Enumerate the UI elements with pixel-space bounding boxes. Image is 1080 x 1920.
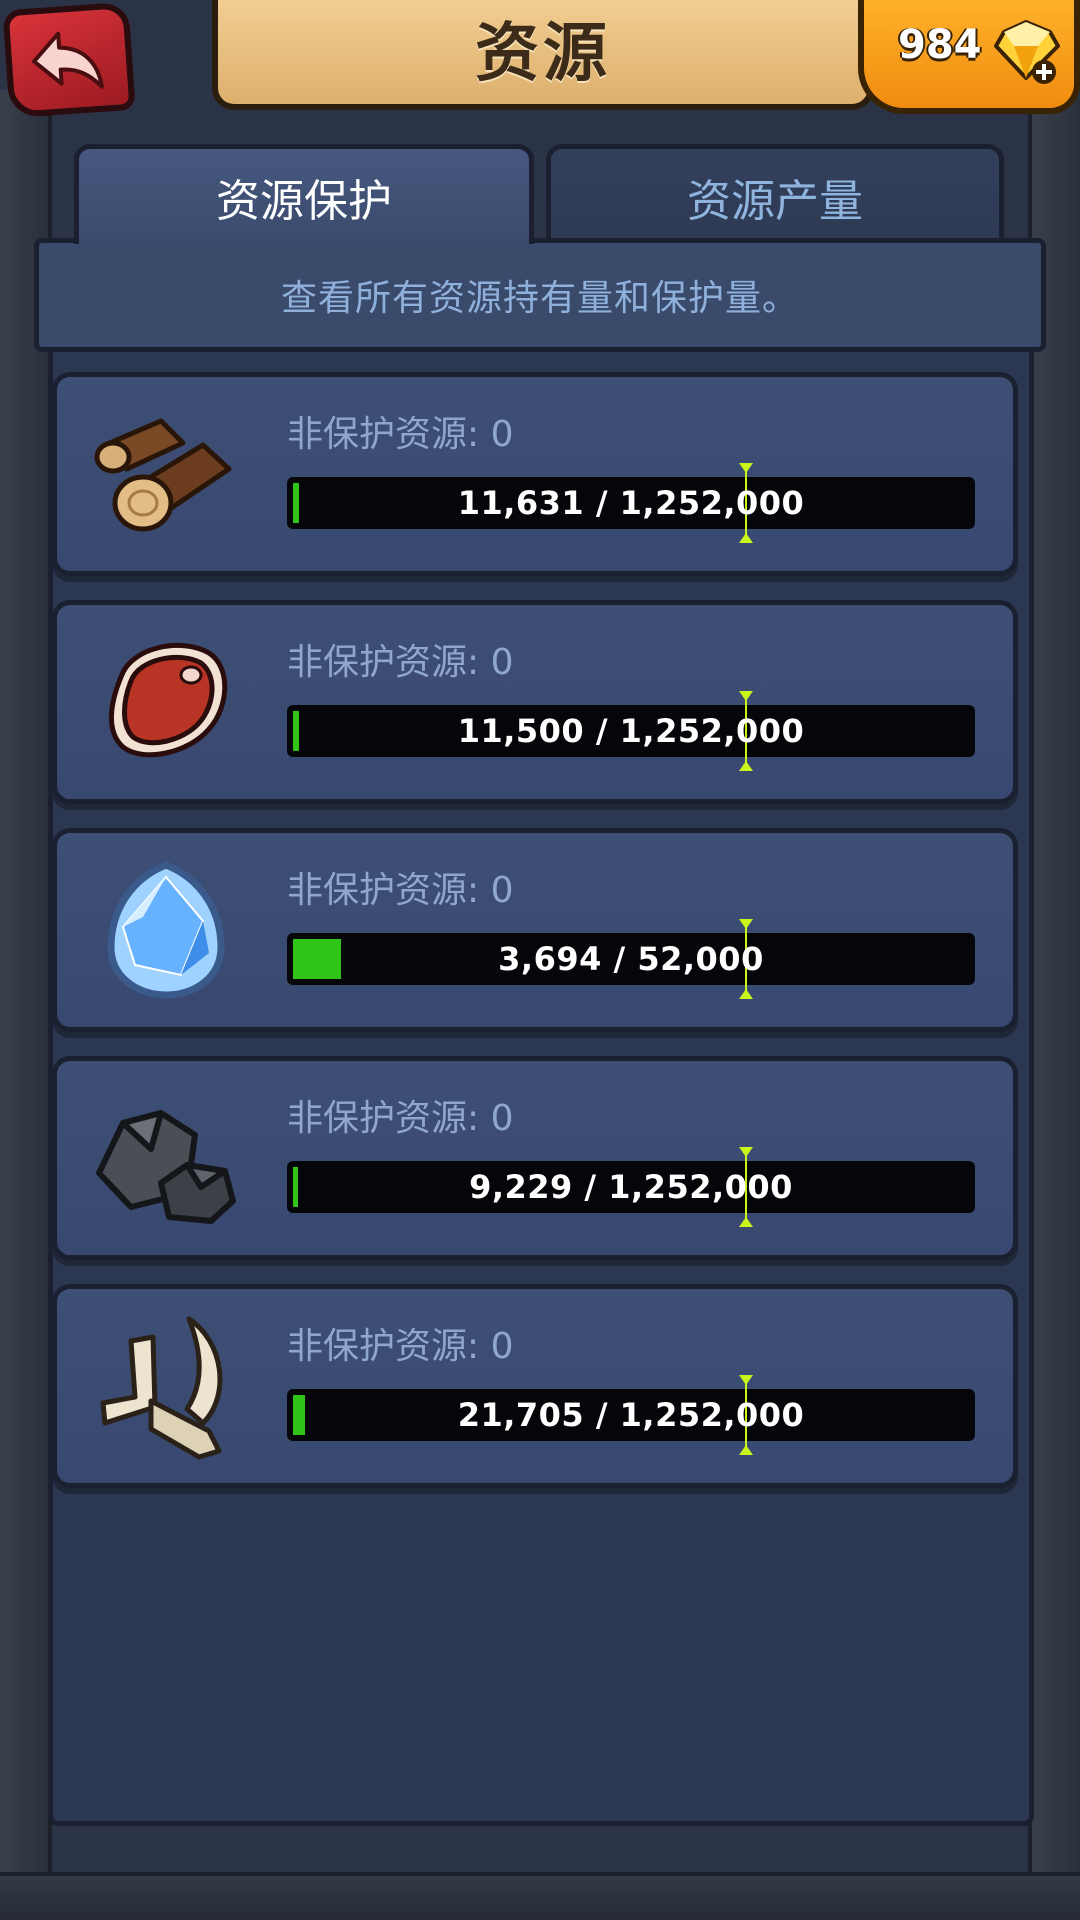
tab-resource-protection[interactable]: 资源保护 xyxy=(74,144,534,244)
protection-marker-bottom-icon xyxy=(739,533,753,543)
gem-count: 984 xyxy=(898,22,982,68)
resource-amount: 3,694 / 52,000 xyxy=(498,940,764,978)
back-button[interactable] xyxy=(2,1,136,119)
resource-amount: 21,705 / 1,252,000 xyxy=(457,1396,805,1434)
resource-progress-bar: 3,694 / 52,000 xyxy=(287,919,975,999)
resource-progress-bar: 11,631 / 1,252,000 xyxy=(287,463,975,543)
bone-icon xyxy=(100,1316,223,1460)
resource-row-meat: 非保护资源: 0 11,500 / 1,252,000 xyxy=(52,600,1018,804)
resource-row-stone: 非保护资源: 0 9,229 / 1,252,000 xyxy=(52,1056,1018,1260)
resource-amount: 11,500 / 1,252,000 xyxy=(457,712,805,750)
resource-progress-bar: 9,229 / 1,252,000 xyxy=(287,1147,975,1227)
resource-label: 非保护资源: 0 xyxy=(287,1098,514,1139)
resource-label: 非保护资源: 0 xyxy=(287,414,514,455)
stone-icon xyxy=(96,1110,236,1224)
resource-label: 非保护资源: 0 xyxy=(287,870,514,911)
description-text: 查看所有资源持有量和保护量。 xyxy=(280,278,799,319)
resource-amount: 11,631 / 1,252,000 xyxy=(457,484,805,522)
stone-border-right xyxy=(1028,90,1080,1920)
tab-label: 资源保护 xyxy=(216,175,392,227)
meat-steak-icon xyxy=(108,643,228,758)
stone-border-left xyxy=(0,90,52,1920)
tab-resource-production[interactable]: 资源产量 xyxy=(546,144,1004,244)
resource-progress-bar: 11,500 / 1,252,000 xyxy=(287,691,975,771)
wood-log-icon xyxy=(94,418,232,532)
gem-counter-button[interactable]: 984 xyxy=(858,0,1080,114)
resource-label: 非保护资源: 0 xyxy=(287,642,514,683)
page-title: 资源 xyxy=(475,17,611,91)
resource-amount: 9,229 / 1,252,000 xyxy=(469,1168,793,1206)
title-banner: 资源 xyxy=(212,0,874,110)
protection-marker-bottom-icon xyxy=(739,1445,753,1455)
protection-marker-bottom-icon xyxy=(739,989,753,999)
diamond-plus-icon xyxy=(994,20,1060,84)
crystal-icon xyxy=(107,861,225,999)
resource-row-wood: 非保护资源: 0 11,631 / 1,252,000 xyxy=(52,372,1018,576)
resource-row-crystal: 非保护资源: 0 3,694 / 52,000 xyxy=(52,828,1018,1032)
tab-label: 资源产量 xyxy=(687,175,863,227)
description-bar: 查看所有资源持有量和保护量。 xyxy=(34,238,1046,352)
stone-border-bottom xyxy=(0,1872,1080,1920)
resource-label: 非保护资源: 0 xyxy=(287,1326,514,1367)
screen: 资源 984 资源保护 资源产量 查看所有资源持有量和保护量。 非保护资源: 0… xyxy=(0,0,1080,1920)
protection-marker-bottom-icon xyxy=(739,761,753,771)
resource-progress-bar: 21,705 / 1,252,000 xyxy=(287,1375,975,1455)
back-arrow-icon xyxy=(32,31,104,89)
protection-marker-bottom-icon xyxy=(739,1217,753,1227)
resource-row-bone: 非保护资源: 0 21,705 / 1,252,000 xyxy=(52,1284,1018,1488)
